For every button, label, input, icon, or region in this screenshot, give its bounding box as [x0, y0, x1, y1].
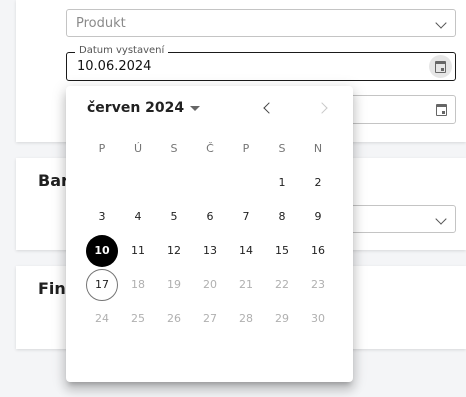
calendar-day: 24 [95, 312, 109, 325]
month-year-label[interactable]: červen 2024 [87, 100, 184, 116]
weekday-label: N [313, 142, 323, 155]
calendar-day: 30 [311, 312, 325, 325]
calendar-day: 22 [275, 278, 289, 291]
calendar-icon [435, 61, 446, 73]
calendar-day[interactable]: 13 [194, 235, 226, 267]
calendar-day[interactable]: 9 [302, 201, 334, 233]
calendar-day[interactable]: 12 [158, 235, 190, 267]
weekday-label: P [98, 142, 106, 155]
calendar-day[interactable]: 5 [158, 201, 190, 233]
calendar-day: 26 [167, 312, 181, 325]
calendar-day[interactable]: 2 [302, 167, 334, 199]
calendar-day: 18 [131, 278, 145, 291]
caret-down-icon[interactable] [190, 106, 200, 111]
calendar-day[interactable]: 8 [266, 201, 298, 233]
product-select[interactable]: Produkt [66, 9, 456, 37]
calendar-day: 27 [203, 312, 217, 325]
weekday-label: P [242, 142, 250, 155]
calendar-day[interactable]: 16 [302, 235, 334, 267]
weekday-label: S [278, 142, 286, 155]
calendar-day: 28 [239, 312, 253, 325]
open-calendar-button[interactable] [429, 55, 452, 78]
issue-date-field[interactable]: Datum vystavení 10.06.2024 [66, 45, 456, 81]
issue-date-value: 10.06.2024 [77, 59, 152, 74]
weekday-label: Č [206, 142, 214, 155]
calendar-day: 25 [131, 312, 145, 325]
next-month-button[interactable] [316, 102, 328, 114]
calendar-day: 21 [239, 278, 253, 291]
weekday-label: S [170, 142, 178, 155]
chevron-down-icon [435, 17, 447, 29]
calendar-day[interactable]: 15 [266, 235, 298, 267]
calendar-day: 19 [167, 278, 181, 291]
calendar-day[interactable]: 17 [86, 269, 118, 301]
day-selected[interactable]: 10 [86, 235, 118, 267]
weekday-label: Ú [133, 142, 143, 155]
product-select-value: Produkt [76, 16, 126, 31]
calendar-day[interactable]: 1 [266, 167, 298, 199]
previous-month-button[interactable] [263, 102, 275, 114]
section-title: Bar [38, 171, 69, 190]
calendar-day[interactable]: 3 [86, 201, 118, 233]
calendar-day: 29 [275, 312, 289, 325]
calendar-day[interactable]: 7 [230, 201, 262, 233]
section-title: Fin [38, 279, 66, 298]
calendar-day: 23 [311, 278, 325, 291]
chevron-down-icon [435, 213, 447, 225]
issue-date-label: Datum vystavení [75, 45, 169, 56]
calendar-icon[interactable] [436, 104, 447, 116]
calendar-day[interactable]: 14 [230, 235, 262, 267]
calendar-day[interactable]: 4 [122, 201, 154, 233]
date-picker-popup: červen 2024 PÚSČPSN 1 2 3 4 5 6 7 8 9 10 11 12 13 14 1… [66, 86, 353, 382]
calendar-day[interactable]: 6 [194, 201, 226, 233]
calendar-day: 20 [203, 278, 217, 291]
calendar-day[interactable]: 11 [122, 235, 154, 267]
